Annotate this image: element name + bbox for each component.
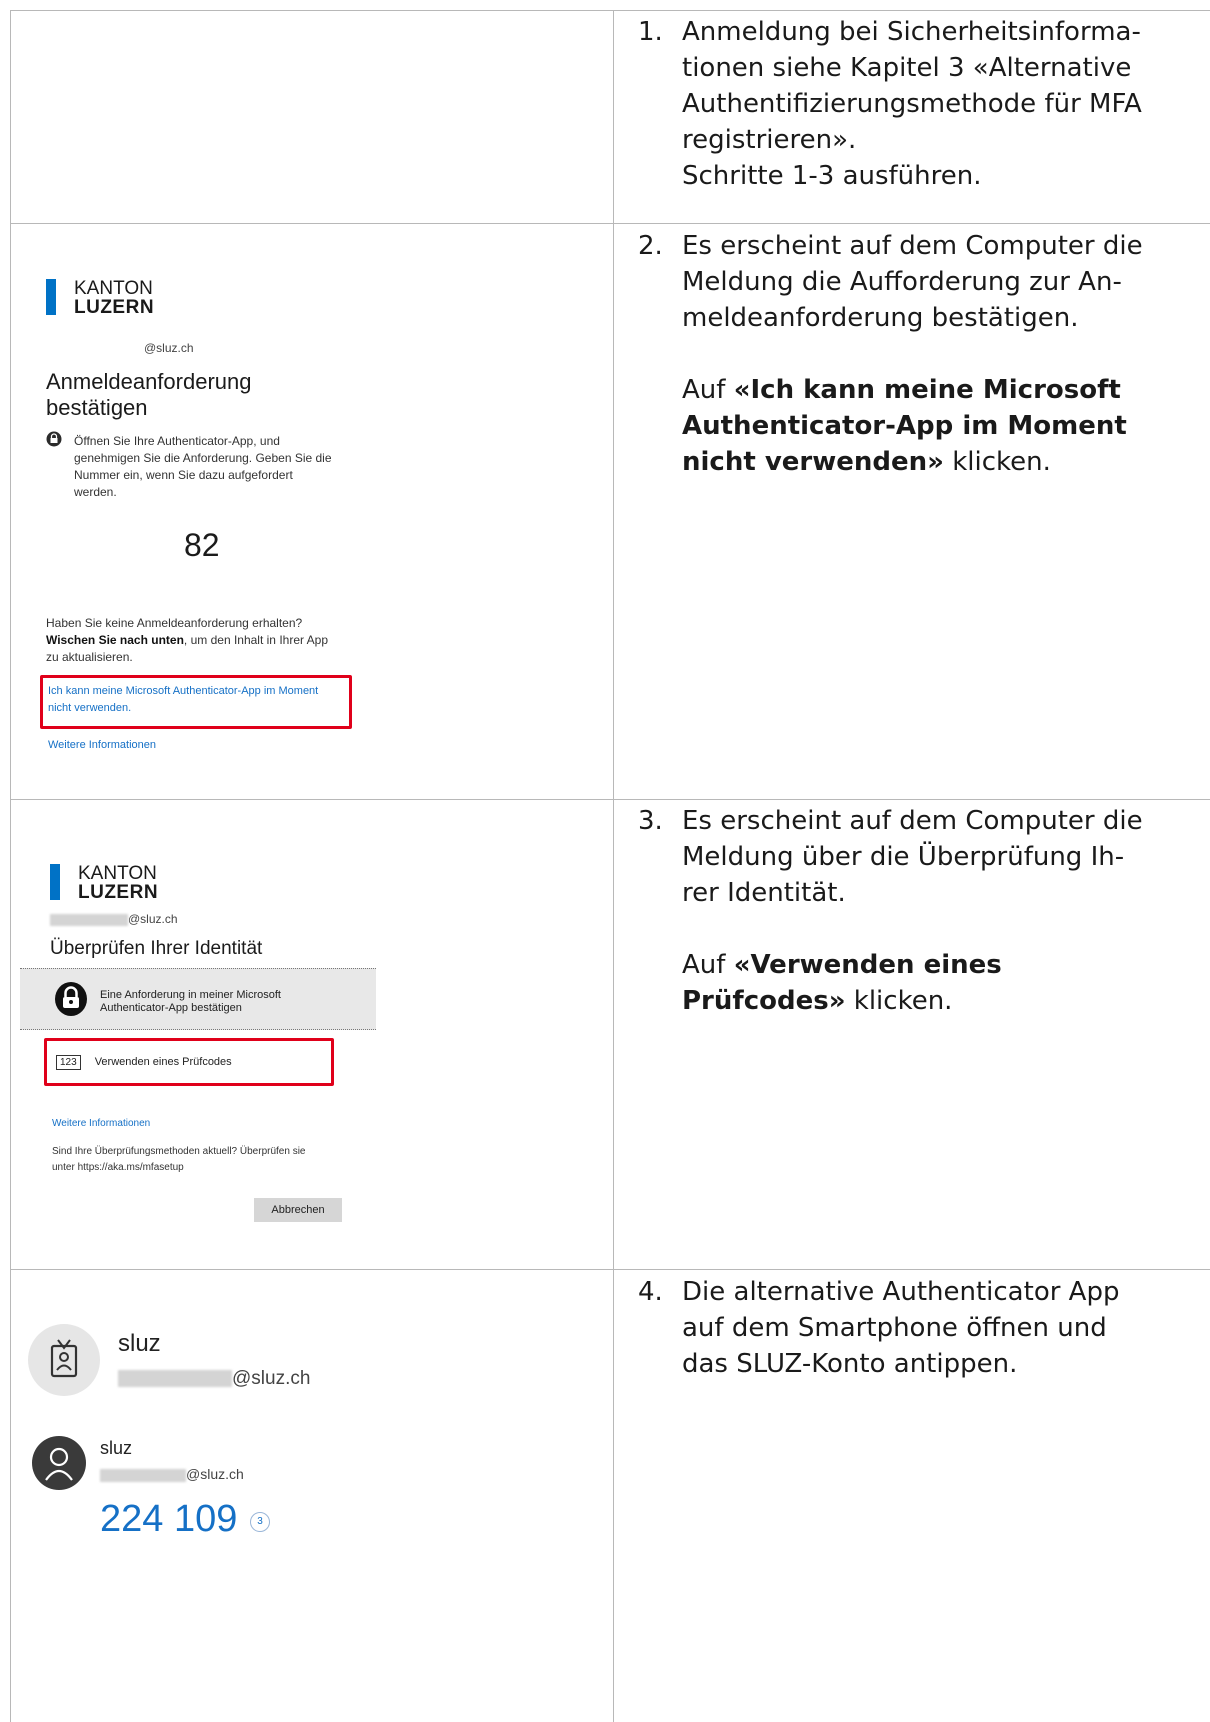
table-border-row3 <box>10 1269 1210 1270</box>
verification-number: 82 <box>184 527 220 563</box>
work-account-icon <box>28 1324 100 1396</box>
option-approve-request[interactable]: Eine Anforderung in meiner Microsoft Aut… <box>20 968 376 1030</box>
step-line: registrieren». <box>682 125 857 155</box>
code-timer-icon: 3 <box>250 1512 270 1532</box>
account-name: sluz <box>100 1438 133 1458</box>
action-bold: Prüfcodes» <box>682 986 846 1016</box>
table-border-row1 <box>10 223 1210 224</box>
logo-line2: LUZERN <box>78 882 159 903</box>
step-line: tionen siehe Kapitel 3 «Alternative <box>682 53 1132 83</box>
cancel-button[interactable]: Abbrechen <box>254 1198 342 1222</box>
action-bold: «Verwenden eines <box>733 950 1002 980</box>
option-label: Verwenden eines Prüfcodes <box>94 1056 232 1068</box>
logo-bar <box>50 864 60 900</box>
account-email: @sluz.ch <box>118 1368 310 1390</box>
more-info-link[interactable]: Weitere Informationen <box>48 739 156 751</box>
logo-line1: KANTON <box>78 863 157 884</box>
dialog-title: Anmeldeanforderung bestätigen <box>46 369 252 420</box>
step-line: rer Identität. <box>682 878 846 908</box>
step-line: Es erscheint auf dem Computer die <box>682 806 1143 836</box>
action-prefix: Auf <box>682 375 734 405</box>
authenticator-app-screenshot: sluz @sluz.ch sluz @sluz.ch 224 109 3 <box>26 1310 366 1720</box>
step-number: 3. <box>638 806 663 836</box>
table-border-middle <box>613 10 614 1722</box>
step-line: auf dem Smartphone öffnen und <box>682 1313 1107 1343</box>
signin-request-screenshot: KANTON LUZERN @sluz.ch Anmeldeanforderun… <box>36 265 396 775</box>
action-suffix: klicken. <box>943 447 1051 477</box>
option-label: Authenticator-App bestätigen <box>100 1002 242 1014</box>
instruction-text: Öffnen Sie Ihre Authenticator-App, und g… <box>74 434 332 499</box>
step-number: 4. <box>638 1277 663 1307</box>
account-email: @sluz.ch <box>50 912 178 926</box>
person-avatar-icon <box>32 1436 86 1490</box>
table-border-top <box>10 10 1210 11</box>
action-bold: «Ich kann meine Microsoft <box>733 375 1121 405</box>
action-suffix: klicken. <box>845 986 953 1016</box>
step-line: Anmeldung bei Sicherheitsinforma- <box>682 17 1141 47</box>
code-123-icon: 123 <box>56 1054 81 1070</box>
cannot-use-authenticator-link[interactable]: Ich kann meine Microsoft Authenticator-A… <box>48 683 318 717</box>
authenticator-lock-icon <box>46 431 62 447</box>
option-label: Eine Anforderung in meiner Microsoft <box>100 989 281 1001</box>
action-bold: nicht verwenden» <box>682 447 944 477</box>
dialog-title: Überprüfen Ihrer Identität <box>50 938 263 959</box>
authenticator-lock-icon <box>54 981 88 1017</box>
account-name: sluz <box>118 1330 161 1357</box>
account-email: @sluz.ch <box>144 341 194 355</box>
option-use-code[interactable]: 123 Verwenden eines Prüfcodes <box>56 1050 232 1074</box>
logo-line2: LUZERN <box>74 297 155 318</box>
verify-identity-screenshot: KANTON LUZERN @sluz.ch Überprüfen Ihrer … <box>20 840 380 1230</box>
logo-bar <box>46 279 56 315</box>
step-line: Die alternative Authenticator App <box>682 1277 1120 1307</box>
methods-hint: Sind Ihre Überprüfungsmethoden aktuell? … <box>52 1146 306 1173</box>
step-line: das SLUZ-Konto antippen. <box>682 1349 1018 1379</box>
step-line: Authentifizierungsmethode für MFA <box>682 89 1142 119</box>
no-request-text: Haben Sie keine Anmeldeanforderung erhal… <box>46 616 329 664</box>
step-line: meldeanforderung bestätigen. <box>682 303 1079 333</box>
step-line: Schritte 1-3 ausführen. <box>682 161 982 191</box>
one-time-code: 224 109 <box>100 1498 238 1540</box>
account-email: @sluz.ch <box>100 1466 244 1482</box>
table-border-row2 <box>10 799 1210 800</box>
more-info-link[interactable]: Weitere Informationen <box>52 1118 150 1129</box>
kanton-luzern-logo: KANTON LUZERN <box>50 864 158 902</box>
kanton-luzern-logo: KANTON LUZERN <box>46 279 154 317</box>
table-border-left <box>10 10 11 1722</box>
instruction-table: 1. Anmeldung bei Sicherheitsinforma- tio… <box>10 10 1210 1722</box>
step-line: Es erscheint auf dem Computer die <box>682 231 1143 261</box>
step-number: 2. <box>638 231 663 261</box>
step-number: 1. <box>638 17 663 47</box>
step-line: Meldung über die Überprüfung Ih- <box>682 842 1125 872</box>
logo-line1: KANTON <box>74 278 153 299</box>
action-bold: Authenticator-App im Moment <box>682 411 1127 441</box>
action-prefix: Auf <box>682 950 734 980</box>
step-line: Meldung die Aufforderung zur An- <box>682 267 1122 297</box>
